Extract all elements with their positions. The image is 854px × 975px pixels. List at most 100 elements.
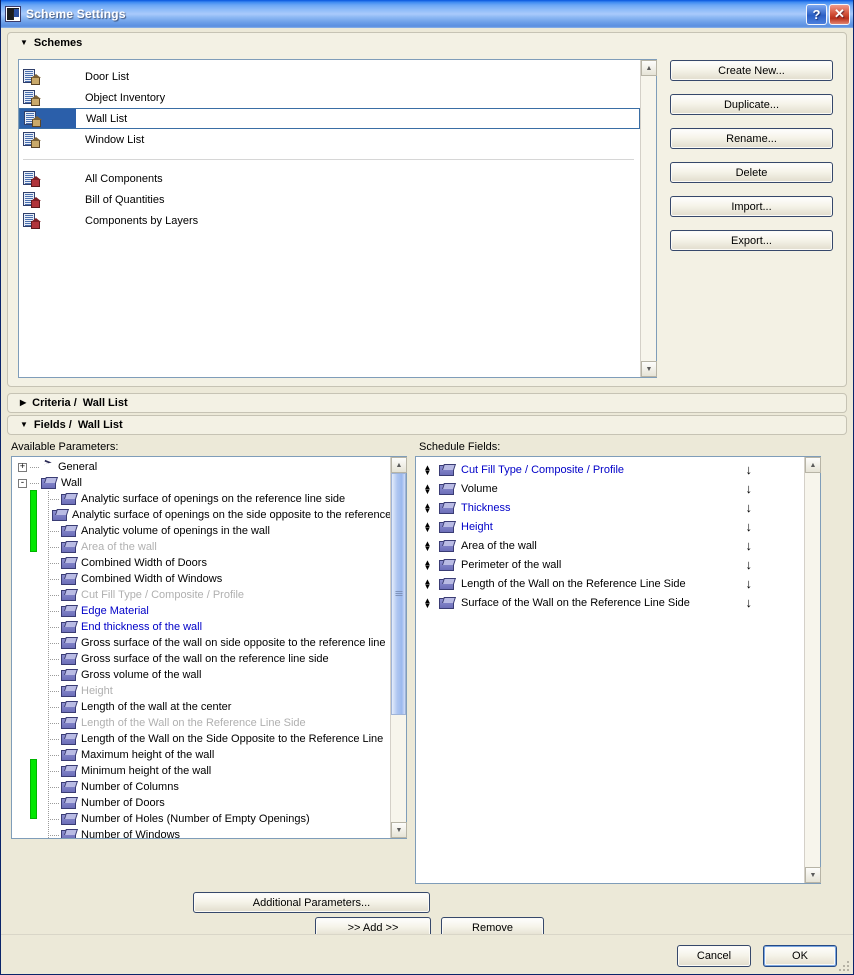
tree-item[interactable]: Maximum height of the wall [12,747,390,763]
create-new-button[interactable]: Create New... [670,60,833,81]
resize-grip-icon[interactable] [838,960,850,972]
reorder-handle-icon[interactable]: ▲ ▼ [422,463,433,476]
tree-item[interactable]: Edge Material [12,603,390,619]
schedule-fields-list[interactable]: ▲ ▼ Cut Fill Type / Composite / Profile ↓… [415,456,821,884]
scroll-down-icon[interactable]: ▼ [641,361,657,377]
tree-item[interactable]: Combined Width of Doors [12,555,390,571]
ok-button[interactable]: OK [763,945,837,967]
folder-icon [61,573,76,585]
folder-icon [61,653,76,665]
scrollbar-track[interactable] [805,473,820,867]
folder-icon [61,637,76,649]
schedule-field-label: Area of the wall [461,539,537,552]
tree-item[interactable]: Analytic surface of openings on the side… [12,507,390,523]
tree-item-label: Cut Fill Type / Composite / Profile [81,589,245,601]
scrollbar-track[interactable] [641,76,656,361]
schemes-group-label: Schemes [33,37,83,49]
tree-item-label: Number of Windows [81,829,181,838]
sort-descending-icon[interactable]: ↓ [746,536,753,555]
sort-descending-icon[interactable]: ↓ [746,593,753,612]
scrollbar-track[interactable] [391,473,406,822]
tree-item[interactable]: Height [12,683,390,699]
tree-item[interactable]: Analytic surface of openings on the refe… [12,491,390,507]
list-item[interactable]: Object Inventory [19,87,640,108]
sort-descending-icon[interactable]: ↓ [746,479,753,498]
tree-item[interactable]: Number of Holes (Number of Empty Opening… [12,811,390,827]
tree-item-label: Maximum height of the wall [81,749,215,761]
reorder-handle-icon[interactable]: ▲ ▼ [422,596,433,609]
schedule-field-label: Thickness [461,501,511,514]
tree-node-wall[interactable]: - Wall [12,475,390,491]
sort-descending-icon[interactable]: ↓ [746,555,753,574]
additional-parameters-button[interactable]: Additional Parameters... [193,892,430,913]
import-button[interactable]: Import... [670,196,833,217]
schedule-fields-label: Schedule Fields: [419,441,501,453]
tree-item[interactable]: Gross surface of the wall on side opposi… [12,635,390,651]
tree-node-general[interactable]: + General [12,459,390,475]
close-icon[interactable]: ✕ [829,3,850,25]
reorder-handle-icon[interactable]: ▲ ▼ [422,482,433,495]
folder-icon [61,493,76,505]
folder-icon [439,483,454,495]
tree-item[interactable]: Gross volume of the wall [12,667,390,683]
list-item[interactable]: Window List [19,129,640,150]
available-parameters-tree[interactable]: + General - Wall Analytic surface of ope… [11,456,407,839]
scheme-icon [20,109,76,128]
schemes-list[interactable]: Door List Object Inventory Wall List Win… [19,60,640,377]
reorder-handle-icon[interactable]: ▲ ▼ [422,539,433,552]
reorder-handle-icon[interactable]: ▲ ▼ [422,520,433,533]
sort-descending-icon[interactable]: ↓ [746,517,753,536]
tree-item-label: Combined Width of Windows [81,573,223,585]
tree-item[interactable]: Number of Doors [12,795,390,811]
folder-icon [61,541,76,553]
scrollbar-thumb[interactable] [391,473,406,715]
criteria-section-header[interactable]: ▶ Criteria / Wall List [7,393,847,413]
tree-item[interactable]: Number of Windows [12,827,390,838]
tree-item[interactable]: Number of Columns [12,779,390,795]
reorder-handle-icon[interactable]: ▲ ▼ [422,577,433,590]
list-item[interactable]: All Components [19,168,640,189]
reorder-handle-icon[interactable]: ▲ ▼ [422,558,433,571]
list-item[interactable]: Components by Layers [19,210,640,231]
list-item[interactable]: Door List [19,66,640,87]
tree-item[interactable]: Length of the Wall on the Side Opposite … [12,731,390,747]
schemes-scrollbar[interactable]: ▲ ▼ [640,60,657,377]
help-icon[interactable]: ? [806,3,827,25]
folder-icon [61,781,76,793]
schedule-scrollbar[interactable]: ▲ ▼ [804,457,821,883]
scroll-up-icon[interactable]: ▲ [805,457,821,473]
delete-button[interactable]: Delete [670,162,833,183]
tree-item[interactable]: Minimum height of the wall [12,763,390,779]
scroll-down-icon[interactable]: ▼ [391,822,407,838]
list-item-selected[interactable]: Wall List [19,108,640,129]
export-button[interactable]: Export... [670,230,833,251]
sort-descending-icon[interactable]: ↓ [746,574,753,593]
expand-icon[interactable]: + [18,462,27,472]
tree-item[interactable]: Combined Width of Windows [12,571,390,587]
rename-button[interactable]: Rename... [670,128,833,149]
tree-item-label: Analytic volume of openings in the wall [81,525,270,537]
sort-descending-icon[interactable]: ↓ [746,498,753,517]
cancel-button[interactable]: Cancel [677,945,751,967]
tree-item[interactable]: Area of the wall [12,539,390,555]
tree-item[interactable]: Analytic volume of openings in the wall [12,523,390,539]
scheme-icon [19,87,75,108]
criteria-scheme-name: Wall List [82,397,128,409]
collapse-icon[interactable]: - [18,478,27,488]
tree-scrollbar[interactable]: ▲ ▼ [390,457,407,838]
schemes-group-header[interactable]: ▼ Schemes [8,33,846,53]
tree-item[interactable]: Cut Fill Type / Composite / Profile [12,587,390,603]
scroll-up-icon[interactable]: ▲ [641,60,657,76]
reorder-handle-icon[interactable]: ▲ ▼ [422,501,433,514]
sort-descending-icon[interactable]: ↓ [746,460,753,479]
duplicate-button[interactable]: Duplicate... [670,94,833,115]
tree-item[interactable]: Length of the wall at the center [12,699,390,715]
scheme-action-buttons: Create New... Duplicate... Rename... Del… [670,59,833,378]
tree-item[interactable]: Length of the Wall on the Reference Line… [12,715,390,731]
scroll-up-icon[interactable]: ▲ [391,457,407,473]
fields-section-header[interactable]: ▼ Fields / Wall List [7,415,847,435]
tree-item[interactable]: End thickness of the wall [12,619,390,635]
list-item[interactable]: Bill of Quantities [19,189,640,210]
tree-item[interactable]: Gross surface of the wall on the referen… [12,651,390,667]
scroll-down-icon[interactable]: ▼ [805,867,821,883]
